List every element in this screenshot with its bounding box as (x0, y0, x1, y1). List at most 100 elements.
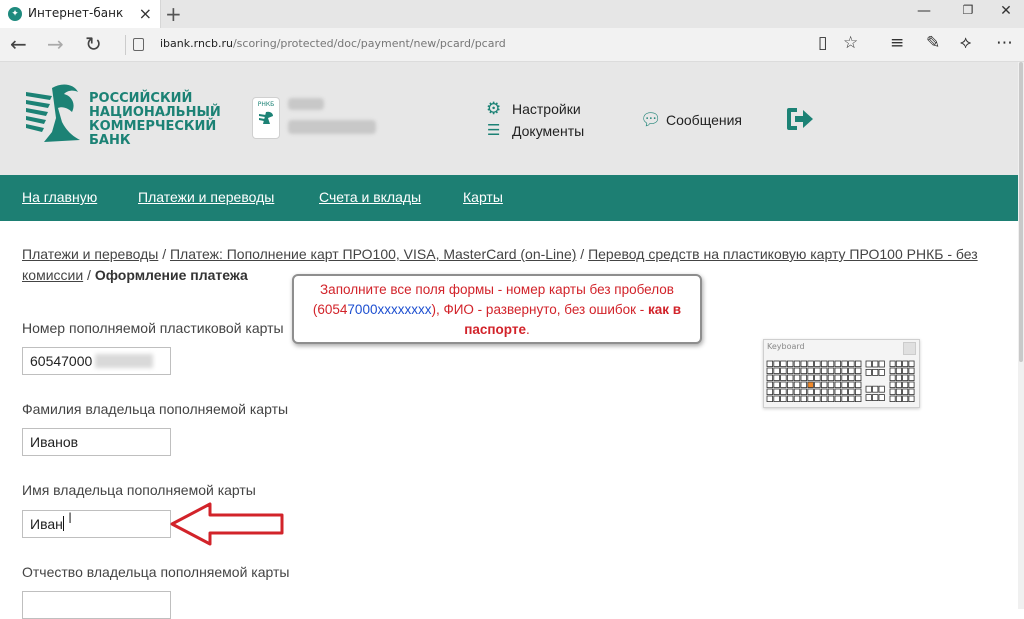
keyboard-key (793, 395, 801, 402)
keyboard-key (834, 388, 841, 395)
keyboard-key (902, 374, 909, 381)
keyboard-key (855, 395, 862, 402)
card-number-input[interactable]: 60547000 (22, 347, 171, 375)
web-note-icon[interactable]: ✎ (926, 33, 940, 53)
minimize-icon[interactable]: — (904, 3, 944, 25)
keyboard-key (908, 374, 915, 381)
red-arrow-left-icon (170, 502, 284, 546)
hub-icon[interactable]: ≡ (890, 33, 904, 53)
documents-link[interactable]: Документы (512, 123, 584, 139)
keyboard-key (855, 367, 862, 374)
keyboard-key (773, 381, 780, 388)
settings-link[interactable]: Настройки (512, 101, 581, 117)
keyboard-key (807, 395, 814, 402)
nav-cards[interactable]: Карты (463, 189, 503, 205)
keyboard-key (848, 395, 855, 402)
url-field[interactable]: ibank.rncb.ru/scoring/protected/doc/paym… (160, 37, 506, 50)
keyboard-key (908, 388, 915, 395)
keyboard-key (834, 367, 841, 374)
bank-griffin-logo-icon[interactable] (22, 82, 84, 146)
keyboard-key (841, 374, 848, 381)
callout-line-1: Заполните все поля формы - номер карты б… (320, 282, 674, 297)
card-prefix-blue: 7000 (347, 302, 378, 317)
close-tab-icon[interactable]: × (139, 4, 152, 23)
keyboard-key (800, 360, 807, 367)
user-name-masked (288, 98, 324, 110)
keyboard-key (814, 374, 821, 381)
keyboard-key (807, 381, 814, 388)
keyboard-key (821, 360, 828, 367)
restore-icon[interactable]: ❐ (948, 3, 988, 25)
keyboard-key (786, 374, 794, 381)
messages-bubble-icon[interactable]: 💬︎ (640, 110, 662, 130)
surname-input[interactable]: Иванов (22, 428, 171, 456)
favorites-star-icon[interactable]: ☆ (843, 33, 858, 53)
keyboard-key (841, 395, 848, 402)
nav-home[interactable]: На главную (22, 189, 97, 205)
messages-link[interactable]: Сообщения (666, 112, 742, 128)
nav-payments[interactable]: Платежи и переводы (138, 189, 274, 205)
forward-icon[interactable]: → (47, 32, 64, 56)
back-icon[interactable]: ← (10, 32, 27, 56)
keyboard-key (908, 360, 915, 367)
lock-icon (133, 38, 144, 51)
scrollbar-thumb[interactable] (1019, 62, 1023, 362)
keyboard-key (766, 381, 773, 388)
keyboard-key (766, 395, 773, 402)
keyboard-key (814, 360, 821, 367)
keyboard-key (821, 381, 828, 388)
keyboard-key (872, 394, 879, 401)
browser-tab[interactable]: ✦ Интернет-банк × (0, 0, 161, 28)
more-icon[interactable]: ⋯ (996, 33, 1013, 53)
keyboard-key (800, 381, 807, 388)
documents-icon[interactable]: ☰ (487, 121, 500, 139)
keyboard-key (780, 388, 787, 395)
keyboard-key (780, 381, 787, 388)
instruction-callout: Заполните все поля формы - номер карты б… (292, 274, 702, 344)
breadcrumb-current: Оформление платежа (94, 267, 248, 283)
breadcrumb-payment-type[interactable]: Платеж: Пополнение карт ПРО100, VISA, Ma… (170, 246, 576, 262)
keyboard-key (902, 381, 909, 388)
keyboard-key (872, 360, 879, 368)
close-window-icon[interactable]: ✕ (986, 3, 1024, 25)
user-id-masked (288, 120, 376, 134)
keyboard-keys-icon[interactable] (766, 360, 916, 404)
breadcrumb-payments[interactable]: Платежи и переводы (22, 246, 158, 262)
keyboard-key (814, 381, 821, 388)
keyboard-close-icon[interactable] (903, 342, 916, 355)
keyboard-key (841, 367, 848, 374)
keyboard-key (814, 395, 821, 402)
keyboard-key (821, 367, 828, 374)
keyboard-key (855, 374, 862, 381)
new-tab-icon[interactable]: + (165, 2, 182, 26)
refresh-icon[interactable]: ↻ (85, 32, 102, 56)
keyboard-key (786, 367, 794, 374)
keyboard-key (773, 360, 780, 367)
keyboard-key (773, 395, 780, 402)
keyboard-key (848, 367, 855, 374)
keyboard-key (834, 381, 841, 388)
patronymic-input[interactable] (22, 591, 171, 619)
keyboard-key (902, 360, 909, 367)
keyboard-key (814, 388, 821, 395)
tab-title: Интернет-банк (28, 6, 124, 20)
page-scrollbar[interactable] (1018, 62, 1024, 609)
keyboard-key (848, 388, 855, 395)
breadcrumb-separator: / (83, 267, 95, 283)
reading-view-icon[interactable]: ▯ (818, 33, 827, 53)
url-host: ibank.rncb.ru (160, 37, 233, 50)
first-name-label: Имя владельца пополняемой карты (22, 482, 256, 498)
first-name-input[interactable]: Иван (22, 510, 171, 538)
logout-icon[interactable] (785, 106, 815, 132)
callout-part-2: ), ФИО - развернуто, без ошибок - (431, 302, 649, 317)
on-screen-keyboard[interactable]: Keyboard (763, 339, 920, 408)
keyboard-key (872, 368, 879, 376)
bank-badge: РНКБ (252, 97, 280, 139)
share-icon[interactable]: ⟡ (960, 33, 971, 53)
keyboard-key (827, 374, 835, 381)
breadcrumb-separator: / (158, 246, 170, 262)
settings-gear-icon[interactable]: ⚙ (486, 99, 501, 119)
nav-accounts[interactable]: Счета и вклады (319, 189, 421, 205)
main-nav: На главную Платежи и переводы Счета и вк… (0, 175, 1018, 221)
card-prefix-red: 6054 (317, 302, 348, 317)
